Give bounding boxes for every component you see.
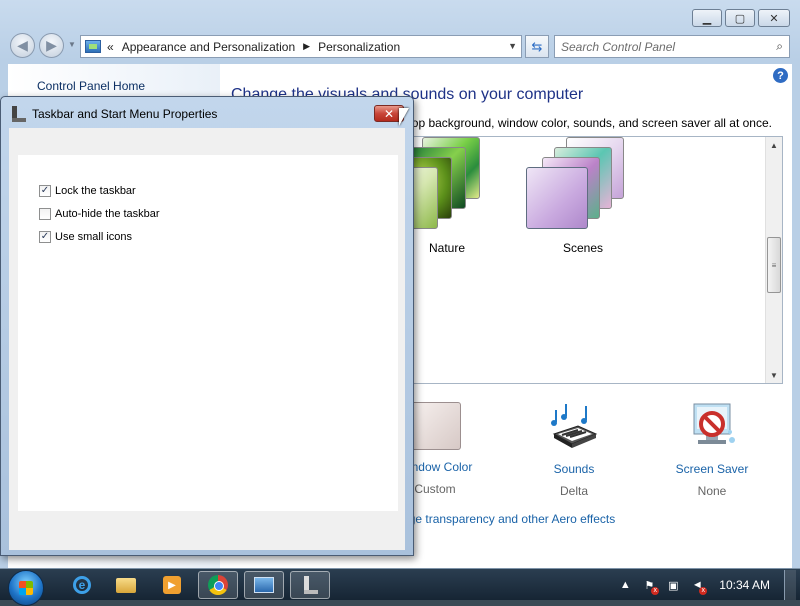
- search-placeholder: Search Control Panel: [561, 39, 676, 54]
- action-center-icon[interactable]: ⚑ x: [641, 577, 660, 595]
- system-tray: ▲ ⚑ x ▣ ◄ x 10:34 AM: [617, 569, 796, 601]
- themes-scrollbar[interactable]: ▲ ≡ ▼: [765, 137, 782, 383]
- control-panel-home-link[interactable]: Control Panel Home: [37, 79, 145, 93]
- screen-saver-item[interactable]: Screen Saver None: [657, 402, 767, 498]
- screen-saver-icon: [686, 402, 738, 452]
- small-icons-checkbox[interactable]: ✓: [39, 231, 51, 243]
- taskbar-properties-dialog: Taskbar and Start Menu Properties ✕ ✓ Lo…: [0, 96, 414, 556]
- screen-saver-value: None: [697, 484, 727, 498]
- mouse-cursor-icon: [399, 108, 409, 126]
- chrome-taskbar-button[interactable]: [198, 571, 238, 599]
- address-dropdown-icon[interactable]: ▼: [508, 41, 517, 51]
- start-button[interactable]: [8, 570, 44, 606]
- scroll-thumb[interactable]: ≡: [767, 237, 781, 293]
- screen-saver-label[interactable]: Screen Saver: [657, 462, 767, 476]
- sounds-label[interactable]: Sounds: [519, 462, 629, 476]
- refresh-button[interactable]: ⇆: [525, 35, 549, 58]
- forward-button[interactable]: ▶: [39, 33, 64, 58]
- chevron-double-left-icon[interactable]: «: [107, 40, 114, 54]
- sounds-value: Delta: [559, 484, 588, 498]
- network-icon[interactable]: ▣: [665, 577, 681, 593]
- volume-muted-icon[interactable]: ◄ x: [689, 577, 708, 595]
- dialog-options-panel: ✓ Lock the taskbar Auto-hide the taskbar…: [18, 155, 398, 511]
- small-icons-option[interactable]: ✓ Use small icons: [39, 231, 132, 243]
- control-panel-icon: [254, 577, 274, 593]
- dialog-body: ✓ Lock the taskbar Auto-hide the taskbar…: [9, 128, 405, 550]
- window-controls: ▁ ▢ ✕: [692, 9, 790, 27]
- lock-taskbar-label[interactable]: Lock the taskbar: [55, 185, 136, 197]
- navigation-bar: ◀ ▶ ▼ « Appearance and Personalization ▶…: [8, 33, 790, 59]
- auto-hide-taskbar-label[interactable]: Auto-hide the taskbar: [55, 208, 160, 220]
- lock-taskbar-option[interactable]: ✓ Lock the taskbar: [39, 185, 136, 197]
- sounds-icon: [548, 402, 600, 452]
- search-input[interactable]: Search Control Panel ⌕: [554, 35, 790, 58]
- media-player-icon: ▶: [163, 576, 181, 594]
- media-player-taskbar-button[interactable]: ▶: [152, 571, 192, 599]
- back-button[interactable]: ◀: [10, 33, 35, 58]
- maximize-button[interactable]: ▢: [725, 9, 755, 27]
- theme-label: Scenes: [562, 241, 604, 255]
- scroll-down-icon[interactable]: ▼: [766, 367, 782, 383]
- help-icon[interactable]: ?: [773, 68, 788, 83]
- scroll-up-icon[interactable]: ▲: [766, 137, 782, 153]
- theme-scenes[interactable]: Scenes: [518, 137, 648, 267]
- window-color-icon: [409, 402, 461, 450]
- small-icons-label[interactable]: Use small icons: [55, 231, 132, 243]
- auto-hide-taskbar-option[interactable]: Auto-hide the taskbar: [39, 208, 160, 220]
- taskbar-properties-taskbar-button[interactable]: [290, 571, 330, 599]
- sounds-item[interactable]: Sounds Delta: [519, 402, 629, 498]
- aero-effects-link[interactable]: Change transparency and other Aero effec…: [380, 512, 615, 526]
- theme-thumbnail: [518, 137, 648, 237]
- control-panel-icon: [85, 40, 101, 53]
- taskbar-properties-icon: [302, 576, 318, 594]
- minimize-button[interactable]: ▁: [692, 9, 722, 27]
- show-desktop-button[interactable]: [784, 570, 796, 600]
- windows-explorer-icon: [116, 577, 136, 593]
- internet-explorer-taskbar-button[interactable]: e: [62, 571, 102, 599]
- clock[interactable]: 10:34 AM: [719, 578, 770, 592]
- breadcrumb-appearance[interactable]: Appearance and Personalization: [122, 40, 295, 54]
- taskbar: e ▶ ▲ ⚑ x ▣ ◄ x 10:34 AM: [0, 568, 800, 606]
- show-hidden-icons-icon[interactable]: ▲: [617, 577, 633, 593]
- address-bar[interactable]: « Appearance and Personalization ▶ Perso…: [80, 35, 522, 58]
- search-icon[interactable]: ⌕: [776, 39, 783, 54]
- control-panel-taskbar-button[interactable]: [244, 571, 284, 599]
- windows-explorer-taskbar-button[interactable]: [106, 571, 146, 599]
- auto-hide-taskbar-checkbox[interactable]: [39, 208, 51, 220]
- internet-explorer-icon: e: [73, 576, 91, 594]
- recent-pages-dropdown-icon[interactable]: ▼: [68, 40, 76, 49]
- dialog-title: Taskbar and Start Menu Properties: [32, 107, 218, 121]
- close-button[interactable]: ✕: [758, 9, 790, 27]
- breadcrumb-personalization[interactable]: Personalization: [318, 40, 400, 54]
- breadcrumb-separator-icon[interactable]: ▶: [303, 41, 310, 52]
- taskbar-properties-icon: [12, 106, 26, 122]
- lock-taskbar-checkbox[interactable]: ✓: [39, 185, 51, 197]
- chrome-icon: [208, 575, 228, 595]
